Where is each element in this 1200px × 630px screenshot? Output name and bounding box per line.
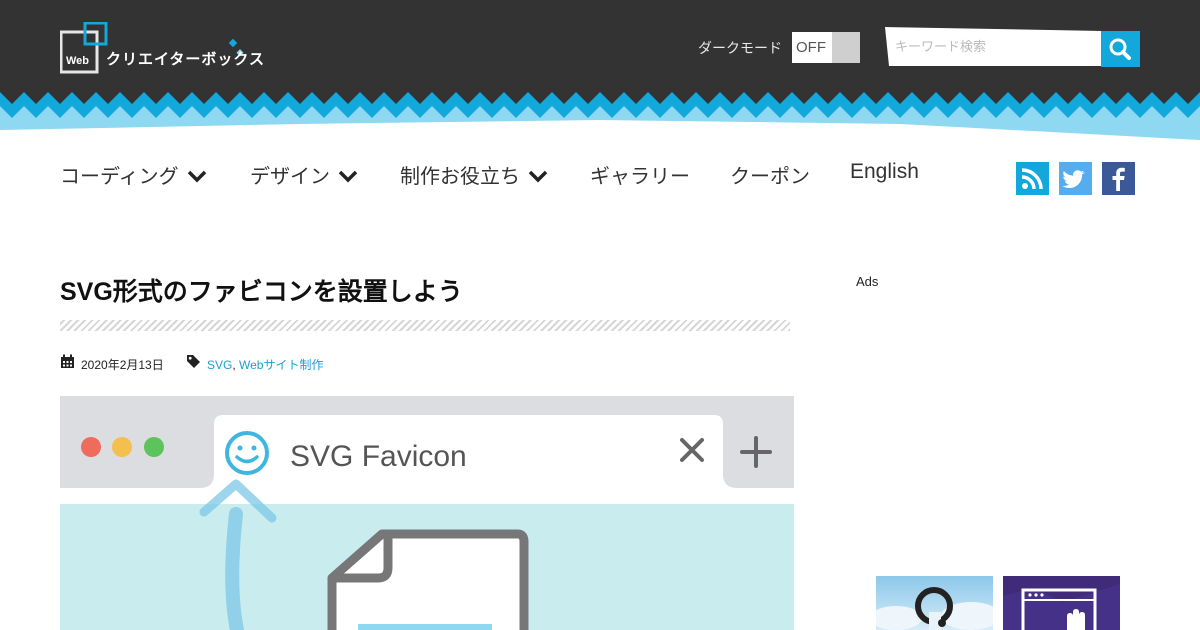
dark-mode-state: OFF <box>792 32 832 63</box>
calendar-icon <box>61 354 74 368</box>
site-header: Web クリエイターボックス ダークモード OFF <box>0 0 1200 150</box>
chevron-down-icon <box>338 170 358 182</box>
logo-name: クリエイターボックス <box>106 50 265 68</box>
thumbnail-image <box>1003 576 1120 630</box>
nav-item-design[interactable]: デザイン <box>250 160 358 189</box>
window-close-dot <box>81 437 101 457</box>
nav-item-label: ギャラリー <box>590 164 690 188</box>
dark-mode-label: ダークモード <box>698 41 782 57</box>
tab-title: SVG Favicon <box>290 440 467 473</box>
thumbnail-image <box>876 576 993 630</box>
site-logo[interactable]: Web クリエイターボックス <box>59 21 264 78</box>
arrow-shaft <box>225 507 244 630</box>
nav-item-label: デザイン <box>250 164 330 188</box>
nav-item-label: 制作お役立ち <box>400 164 520 188</box>
window-maximize-dot <box>144 437 164 457</box>
nav-item-english[interactable]: English <box>850 160 919 184</box>
sidebar-thumbnail-2[interactable] <box>1003 576 1120 630</box>
nav-item-tips[interactable]: 制作お役立ち <box>400 160 548 189</box>
nav-item-label: コーディング <box>60 164 179 188</box>
tag-link-web-production[interactable]: Webサイト制作 <box>239 358 323 372</box>
nav-item-label: English <box>850 160 919 183</box>
tag-separator: , <box>232 358 240 372</box>
facebook-icon <box>1102 162 1135 195</box>
title-divider <box>60 320 790 331</box>
post-date: 2020年2月13日 <box>81 358 164 372</box>
nav-item-label: クーポン <box>730 164 810 188</box>
facebook-link[interactable] <box>1102 162 1135 195</box>
chevron-down-icon <box>528 170 548 182</box>
browser-illustration: SVG Favicon <box>60 396 794 630</box>
nav-item-coding[interactable]: コーディング <box>60 160 207 189</box>
chevron-down-icon <box>187 170 206 182</box>
twitter-link[interactable] <box>1059 162 1092 195</box>
search-button[interactable] <box>1101 31 1140 67</box>
tag-link-svg[interactable]: SVG <box>207 358 232 372</box>
nav-item-gallery[interactable]: ギャラリー <box>590 160 690 189</box>
search-icon <box>1109 38 1131 60</box>
search-input[interactable] <box>885 27 1103 66</box>
rss-link[interactable] <box>1016 162 1049 195</box>
rss-icon <box>1016 162 1049 195</box>
article-title: SVG形式のファビコンを設置しよう <box>60 278 463 306</box>
search-box <box>885 27 1103 66</box>
logo-badge: Web <box>66 55 90 67</box>
twitter-icon <box>1059 162 1092 195</box>
tag-icon <box>187 355 200 368</box>
window-minimize-dot <box>112 437 132 457</box>
ads-label: Ads <box>856 274 879 289</box>
dark-mode-toggle[interactable]: OFF <box>792 32 860 63</box>
sidebar-thumbnail-1[interactable] <box>876 576 993 630</box>
article-eyecatch-image: SVG Favicon <box>60 396 794 630</box>
post-tags: SVG, Webサイト制作 <box>207 356 323 373</box>
nav-item-coupon[interactable]: クーポン <box>730 160 810 189</box>
